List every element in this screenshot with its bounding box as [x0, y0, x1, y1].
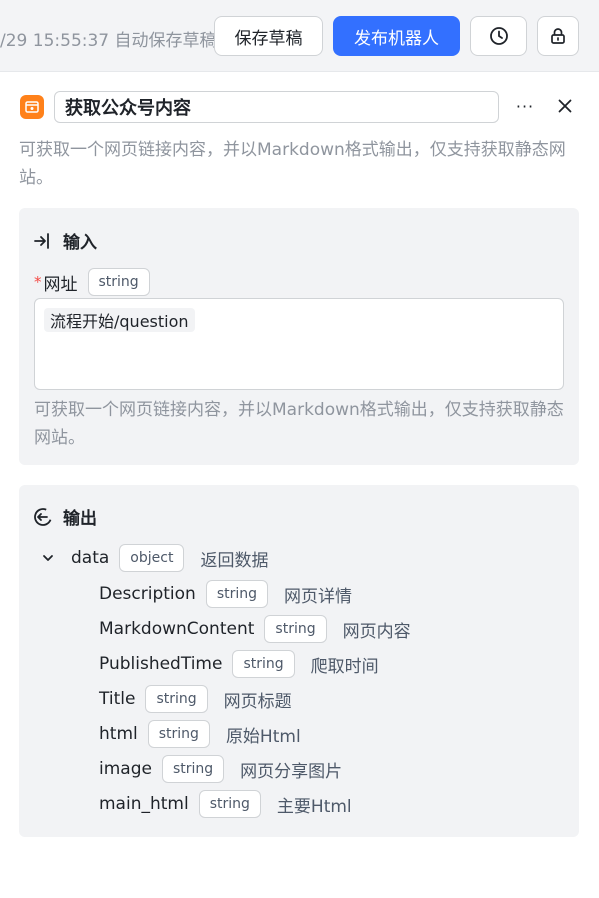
type-tag: object — [119, 544, 185, 572]
output-field-desc: 原始Html — [225, 726, 301, 747]
output-field-name: html — [99, 724, 138, 744]
history-clock-icon — [489, 27, 508, 45]
output-child-row: Title string 网页标题 — [99, 684, 292, 714]
output-child-row: MarkdownContent string 网页内容 — [99, 614, 411, 644]
type-tag: string — [147, 720, 210, 748]
input-section: 输入 * 网址 string 流程开始/question 可获取一个网页链接内容… — [19, 208, 579, 465]
url-field-description: 可获取一个网页链接内容，并以Markdown格式输出，仅支持获取静态网站。 — [34, 400, 564, 448]
input-heading: 输入 — [63, 233, 97, 253]
url-field-label: 网址 — [43, 274, 78, 295]
output-root-row[interactable]: data object 返回数据 — [41, 543, 268, 573]
more-icon[interactable]: ··· — [515, 94, 535, 118]
variable-chip[interactable]: 流程开始/question — [44, 308, 195, 332]
type-tag: string — [145, 685, 208, 713]
output-field-name: main_html — [99, 794, 189, 814]
lock-icon — [551, 28, 565, 44]
type-tag: string — [161, 755, 225, 783]
close-icon[interactable] — [555, 96, 575, 116]
node-title-text: 获取公众号内容 — [65, 98, 191, 119]
output-field-desc: 网页分享图片 — [240, 761, 343, 782]
output-field-desc: 网页内容 — [342, 621, 411, 642]
output-field-desc: 返回数据 — [200, 550, 269, 571]
output-section: 输出 data object 返回数据 Description string 网… — [19, 485, 579, 837]
output-field-name: image — [99, 759, 152, 779]
input-section-header: 输入 — [33, 228, 97, 253]
type-tag: string — [198, 790, 261, 818]
output-child-row: Description string 网页详情 — [99, 579, 352, 609]
output-field-desc: 网页标题 — [223, 691, 292, 712]
output-field-desc: 网页详情 — [284, 586, 353, 607]
output-field-name: Description — [99, 584, 196, 604]
output-field-desc: 爬取时间 — [310, 656, 379, 677]
url-field-label-row: * 网址 string — [34, 268, 150, 296]
input-arrow-icon — [34, 232, 49, 249]
url-value-input[interactable]: 流程开始/question — [34, 298, 564, 390]
output-child-row: main_html string 主要Html — [99, 789, 352, 819]
node-description: 可获取一个网页链接内容，并以Markdown格式输出，仅支持获取静态网站。 — [19, 140, 566, 188]
type-tag: string — [205, 580, 269, 608]
output-child-row: html string 原始Html — [99, 719, 301, 749]
required-mark: * — [34, 273, 42, 291]
output-section-header: 输出 — [33, 504, 97, 529]
type-tag: string — [232, 650, 295, 678]
history-button[interactable] — [470, 16, 527, 56]
type-tag: string — [87, 268, 150, 296]
output-field-name: PublishedTime — [99, 654, 223, 674]
plugin-node-icon — [20, 95, 44, 119]
output-field-name: Title — [99, 689, 136, 709]
type-tag: string — [264, 615, 327, 643]
output-field-name: MarkdownContent — [99, 619, 255, 639]
save-draft-button[interactable]: 保存草稿 — [214, 16, 323, 56]
lock-button[interactable] — [537, 16, 579, 56]
node-title-input[interactable]: 获取公众号内容 — [54, 91, 499, 123]
output-child-row: PublishedTime string 爬取时间 — [99, 649, 379, 679]
chevron-down-icon[interactable] — [41, 551, 55, 565]
publish-bot-button[interactable]: 发布机器人 — [333, 16, 460, 56]
output-arrow-icon — [34, 507, 52, 526]
output-field-desc: 主要Html — [276, 796, 352, 817]
output-field-name: data — [71, 548, 110, 568]
autosave-status: /29 15:55:37 自动保存草稿 — [0, 31, 217, 51]
top-toolbar: /29 15:55:37 自动保存草稿 保存草稿 发布机器人 — [0, 0, 599, 72]
output-heading: 输出 — [63, 509, 97, 529]
output-child-row: image string 网页分享图片 — [99, 754, 342, 784]
